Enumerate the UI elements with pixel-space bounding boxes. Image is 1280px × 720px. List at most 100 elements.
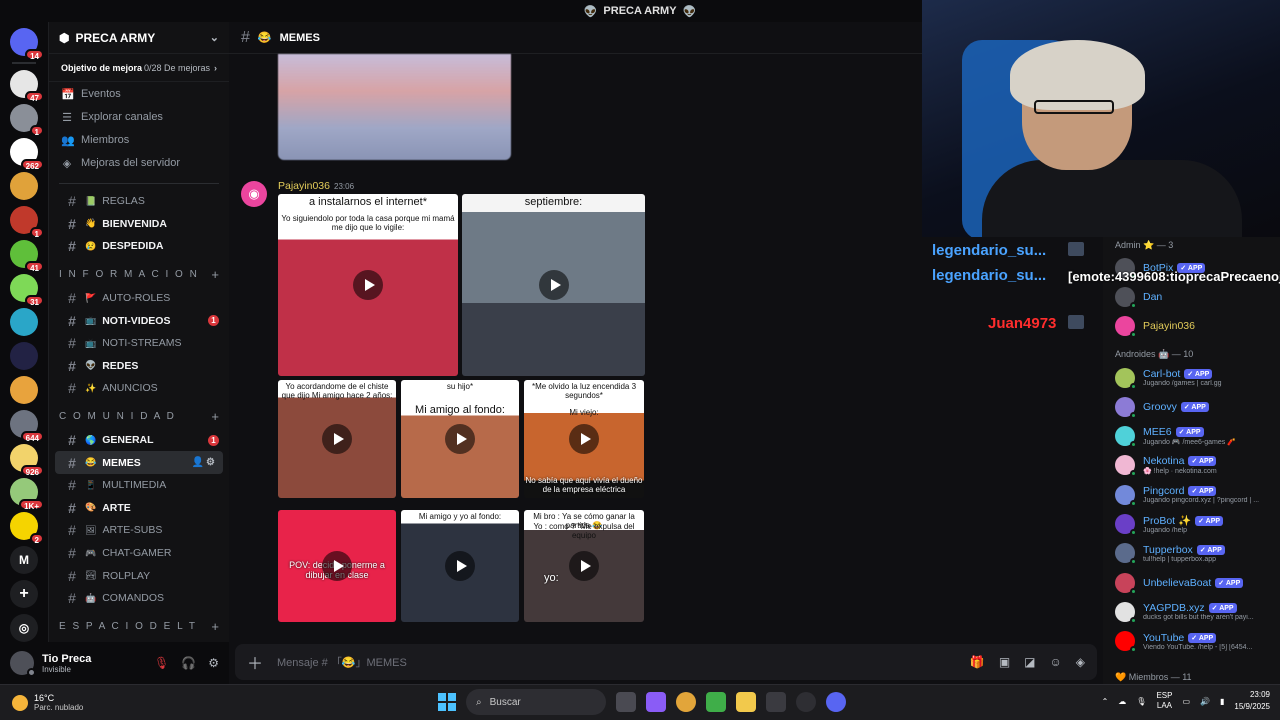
member-item[interactable]: MEE6 ✓ APP Jugando 🎮 /mee6-games 🧨: [1103, 421, 1280, 450]
video-attachment[interactable]: septiembre:: [462, 194, 645, 376]
server-icon-9[interactable]: [10, 342, 38, 370]
discord-icon[interactable]: [826, 692, 846, 712]
channel-anuncios[interactable]: # ✨ ANUNCIOS: [55, 377, 223, 400]
chevron-up-icon[interactable]: ⌃: [1102, 697, 1109, 706]
play-icon[interactable]: [445, 424, 475, 454]
gif-icon[interactable]: ▣: [999, 655, 1010, 669]
channel-redes[interactable]: # 👽 REDES: [55, 355, 223, 378]
server-icon-3[interactable]: 262: [10, 138, 44, 171]
category-comunidad[interactable]: C O M U N I D A D +: [49, 405, 229, 429]
server-icon-13[interactable]: 1K+: [10, 478, 44, 511]
server-icon-1[interactable]: 47: [10, 70, 44, 103]
settings-app-icon[interactable]: [796, 692, 816, 712]
channel-multimedia[interactable]: # 📱 MULTIMEDIA: [55, 474, 223, 497]
channel-comandos[interactable]: # 🤖 COMANDOS: [55, 587, 223, 610]
language-indicator[interactable]: ESP LAA: [1156, 691, 1172, 711]
channel-despedida[interactable]: # 😢 DESPEDIDA: [55, 235, 223, 258]
message-author[interactable]: Pajayin036: [278, 180, 330, 192]
nav-item[interactable]: 📅 Eventos: [49, 83, 229, 105]
member-item[interactable]: Pajayin036: [1103, 312, 1280, 341]
member-item[interactable]: YAGPDB.xyz ✓ APP ducks got bills but they …: [1103, 597, 1280, 626]
nav-item[interactable]: ☰ Explorar canales: [49, 106, 229, 128]
add-server-icon[interactable]: +: [10, 580, 38, 608]
taskbar-search[interactable]: ⌕ Buscar: [466, 689, 606, 715]
activities-icon[interactable]: ◈: [1076, 655, 1085, 669]
volume-icon[interactable]: 🔊: [1200, 697, 1210, 706]
play-icon[interactable]: [322, 551, 352, 581]
add-channel-icon[interactable]: +: [211, 619, 219, 634]
monitor-icon[interactable]: ▭: [1182, 697, 1190, 706]
channel-settings-icon[interactable]: 👤⚙: [192, 457, 217, 468]
image-attachment[interactable]: [278, 54, 511, 160]
message-input[interactable]: Mensaje # 「😂」MEMES: [277, 654, 407, 670]
play-icon[interactable]: [322, 424, 352, 454]
server-icon-4[interactable]: [10, 172, 38, 200]
clock[interactable]: 23:09 15/9/2025: [1234, 689, 1270, 713]
video-attachment[interactable]: Mi amigo y yo al fondo:: [401, 510, 519, 622]
category-espacio[interactable]: E S P A C I O D E L T +: [49, 615, 229, 639]
video-attachment[interactable]: Yo acordandome de el chiste que dijo Mi …: [278, 380, 396, 498]
server-icon-11[interactable]: 644: [10, 410, 44, 443]
member-item[interactable]: YouTube ✓ APP Viendo YouTube. /help - [5] …: [1103, 627, 1280, 656]
server-icon-14[interactable]: 2: [10, 512, 44, 545]
channel-reglas[interactable]: # 📗 REGLAS: [55, 190, 223, 213]
file-explorer-icon[interactable]: [736, 692, 756, 712]
server-header[interactable]: ⬢ PRECA ARMY ⌄: [49, 22, 229, 54]
sticker-icon[interactable]: ◪: [1024, 655, 1035, 669]
discover-icon[interactable]: ◎: [10, 614, 38, 642]
avatar[interactable]: [10, 651, 36, 677]
channel-arte-subs[interactable]: # 🖼 ARTE-SUBS: [55, 519, 223, 542]
video-attachment[interactable]: POV: decido ponerme a dibujar en clase: [278, 510, 396, 622]
message-composer[interactable]: ＋ Mensaje # 「😂」MEMES 🎁 ▣ ◪ ☺ ◈: [235, 644, 1097, 680]
channel-noti-videos[interactable]: # 📺 NOTI-VIDEOS 1: [55, 309, 223, 332]
store-icon[interactable]: [766, 692, 786, 712]
task-view-icon[interactable]: [616, 692, 636, 712]
cloud-icon[interactable]: ☁: [1118, 697, 1126, 706]
add-channel-icon[interactable]: +: [211, 409, 219, 424]
headphones-icon[interactable]: 🎧: [181, 656, 196, 670]
battery-icon[interactable]: ▮: [1220, 697, 1224, 706]
member-item[interactable]: Tupperbox ✓ APP tul!help | tupperbox.app: [1103, 539, 1280, 568]
member-item[interactable]: Groovy ✓ APP: [1103, 392, 1280, 421]
channel-general[interactable]: # 🌎 GENERAL 1: [55, 429, 223, 452]
nav-item[interactable]: ◈ Mejoras del servidor: [49, 152, 229, 174]
server-icon-7[interactable]: 31: [10, 274, 44, 307]
video-attachment[interactable]: Mi bro : Ya se cómo ganar la partida 😂 Yo…: [524, 510, 644, 622]
member-item[interactable]: Pingcord ✓ APP Jugando pingcord.xyz | ?pin…: [1103, 480, 1280, 509]
server-icon-0[interactable]: 14: [10, 28, 44, 61]
start-icon[interactable]: [438, 693, 456, 711]
gear-icon[interactable]: ⚙: [208, 656, 219, 670]
member-item[interactable]: ProBot ✨ ✓ APP Jugando /help: [1103, 509, 1280, 538]
weather-widget[interactable]: 16°C Parc. nublado: [0, 693, 83, 712]
server-icon-15[interactable]: M: [10, 546, 38, 574]
server-icon-5[interactable]: 1: [10, 206, 44, 239]
server-icon-12[interactable]: 926: [10, 444, 44, 477]
play-icon[interactable]: [538, 270, 569, 300]
video-attachment[interactable]: a instalarnos el internet* Yo siguiendolo…: [278, 194, 458, 376]
member-item[interactable]: Nekotina ✓ APP 🌸 !help · nekotina.com: [1103, 451, 1280, 480]
copilot-icon[interactable]: [646, 692, 666, 712]
add-channel-icon[interactable]: +: [211, 267, 219, 282]
member-item[interactable]: Carl-bot ✓ APP Jugando /games | carl.gg: [1103, 363, 1280, 392]
channel-chat-gamer[interactable]: # 🎮 CHAT-GAMER: [55, 542, 223, 565]
minecraft-icon[interactable]: [706, 692, 726, 712]
server-icon-10[interactable]: [10, 376, 38, 404]
chrome-icon[interactable]: [676, 692, 696, 712]
server-icon-6[interactable]: 41: [10, 240, 44, 273]
gift-icon[interactable]: 🎁: [970, 655, 985, 669]
mic-muted-icon[interactable]: 🎙: [154, 656, 169, 670]
play-icon[interactable]: [569, 551, 599, 581]
emoji-icon[interactable]: ☺: [1050, 655, 1062, 669]
channel-noti-streams[interactable]: # 📺 NOTI-STREAMS: [55, 332, 223, 355]
channel-auto-roles[interactable]: # 🚩 AUTO-ROLES: [55, 287, 223, 310]
channel-bienvenida[interactable]: # 👋 BIENVENIDA: [55, 213, 223, 236]
play-icon[interactable]: [569, 424, 599, 454]
play-icon[interactable]: [353, 270, 383, 300]
channel-rolplay[interactable]: # 🏞 ROLPLAY: [55, 564, 223, 587]
add-attachment-icon[interactable]: ＋: [247, 650, 263, 674]
play-icon[interactable]: [445, 551, 475, 581]
channel-arte[interactable]: # 🎨 ARTE: [55, 497, 223, 520]
member-item[interactable]: UnbelievaBoat ✓ APP: [1103, 568, 1280, 597]
category-informacion[interactable]: I N F O R M A C I O N +: [49, 263, 229, 287]
server-icon-2[interactable]: 1: [10, 104, 44, 137]
